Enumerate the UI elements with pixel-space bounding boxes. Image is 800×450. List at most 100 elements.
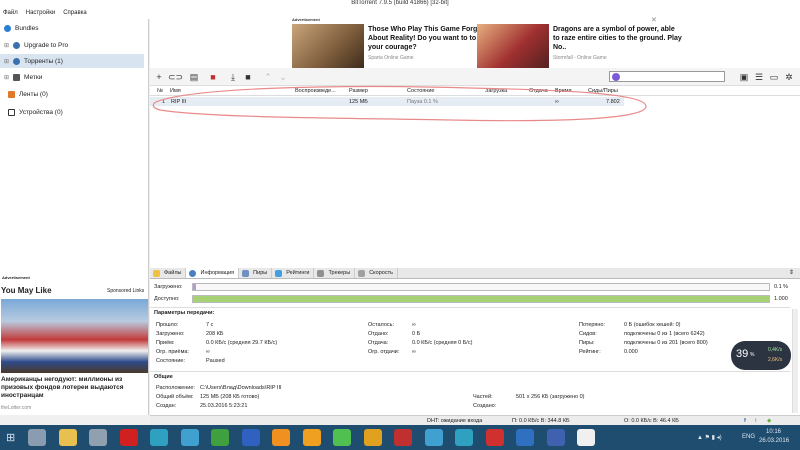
- kv-key: Пиры:: [579, 340, 595, 346]
- sidebar-item-feeds[interactable]: Ленты (0): [8, 87, 152, 101]
- ad-title-2[interactable]: Dragons are a symbol of power, able to r…: [553, 25, 683, 52]
- remote-icon[interactable]: ▭: [768, 71, 780, 83]
- android-icon[interactable]: ◆: [767, 418, 771, 424]
- device-icon: [8, 108, 15, 116]
- taskbar-app-icon[interactable]: [272, 429, 290, 446]
- ad-photo[interactable]: [1, 299, 148, 373]
- sidebar-item-labels[interactable]: ⊞ Метки: [4, 70, 148, 84]
- taskbar: ⊞ ▲ ⚑ ▮ ◂) ENG 10:16 26.03.2016: [0, 425, 800, 450]
- tab-label: Информация: [200, 270, 235, 276]
- kv-key: Частей:: [473, 394, 493, 400]
- taskbar-app-icon[interactable]: [516, 429, 534, 446]
- tray-arrows-icon[interactable]: ▲ ⚑ ▮ ◂): [697, 434, 722, 441]
- taskbar-app-icon[interactable]: [394, 429, 412, 446]
- sponsored-label[interactable]: Sponsored Links: [107, 288, 144, 294]
- kv-value: ∞: [412, 349, 416, 355]
- sidebar-item-bundles[interactable]: Bundles: [4, 21, 148, 35]
- kv-key: Расположение:: [156, 385, 195, 391]
- sidebar: Bundles ⊞ Upgrade to Pro ⊞ Торренты (1) …: [0, 19, 149, 269]
- taskbar-app-icon[interactable]: [424, 429, 443, 446]
- tab-info[interactable]: Информация: [186, 268, 240, 278]
- bundles-icon: [4, 24, 11, 32]
- kv-value: ∞: [206, 349, 210, 355]
- tab-trackers[interactable]: Трекеры: [314, 268, 356, 278]
- taskbar-app-icon[interactable]: [485, 429, 504, 446]
- create-torrent-icon[interactable]: ▤: [188, 71, 200, 83]
- kv-key: Отдача:: [368, 340, 389, 346]
- sidebar-item-label: Устройства (0): [19, 108, 63, 116]
- add-torrent-icon[interactable]: +: [153, 71, 165, 83]
- taskbar-app-icon[interactable]: [150, 429, 168, 446]
- sidebar-item-upgrade[interactable]: ⊞ Upgrade to Pro: [4, 38, 148, 52]
- kv-key: Состояние:: [156, 358, 185, 364]
- scrollbar[interactable]: [792, 309, 798, 413]
- ad-image-sparta[interactable]: [292, 24, 364, 70]
- taskbar-app-icon[interactable]: [58, 429, 77, 446]
- taskbar-app-icon[interactable]: [333, 429, 351, 446]
- kv-key: Сидов:: [579, 331, 597, 337]
- tab-speed[interactable]: Скорость: [355, 268, 398, 278]
- taskbar-app-icon[interactable]: [28, 429, 46, 446]
- kv-key: Рейтинг:: [579, 349, 601, 355]
- network-speed-widget[interactable]: 39 % 0,4K/s 2,6K/s: [731, 341, 791, 370]
- move-up-icon[interactable]: ⌃: [262, 71, 274, 83]
- kv-key: Огр. отдачи:: [368, 349, 400, 355]
- ad-close-icon[interactable]: ✕: [651, 16, 657, 24]
- upload-status[interactable]: О: 0.0 КБ/с В: 46.4 КБ: [624, 418, 679, 424]
- info-icon: [189, 270, 197, 277]
- downloaded-value: 0.1 %: [774, 284, 789, 290]
- taskbar-app-icon[interactable]: [241, 429, 260, 446]
- taskbar-app-icon[interactable]: [211, 429, 229, 446]
- general-heading: Общие: [154, 374, 173, 380]
- download-icon[interactable]: ⤓: [227, 71, 239, 83]
- sidebar-item-torrents[interactable]: ⊞ Торренты (1): [0, 54, 144, 68]
- kv-value: 0.0 КБ/с (средняя 0 Б/с): [412, 340, 473, 346]
- start-icon[interactable]: ⊞: [6, 431, 15, 444]
- kv-value: ∞: [412, 322, 416, 328]
- language-indicator[interactable]: ENG: [742, 434, 755, 440]
- kv-key: Отдано:: [368, 331, 389, 337]
- net-up-value: 0,4K/s: [768, 347, 783, 353]
- collapse-icon[interactable]: ⇕: [789, 269, 794, 276]
- move-down-icon[interactable]: ⌄: [277, 71, 289, 83]
- add-link-icon[interactable]: ⊂⊃: [168, 71, 183, 83]
- download-status[interactable]: П: 0.0 КБ/с В: 344.8 КБ: [512, 418, 570, 424]
- menu-help[interactable]: Справка: [63, 10, 87, 16]
- clock-time[interactable]: 10:16: [766, 429, 781, 435]
- kv-value: 0 Б: [412, 331, 421, 337]
- created-value: 25.03.2016 5:23:21: [200, 403, 248, 409]
- tab-files[interactable]: Файлы: [150, 268, 187, 278]
- ad-headline[interactable]: Американцы негодуют: миллионы из призовы…: [1, 376, 146, 400]
- taskbar-app-icon[interactable]: [89, 429, 107, 446]
- search-input[interactable]: [609, 71, 725, 82]
- menu-file[interactable]: Файл: [3, 10, 18, 16]
- tab-ratings[interactable]: Рейтинги: [272, 268, 315, 278]
- clock-date[interactable]: 26.03.2016: [759, 438, 789, 444]
- taskbar-app-icon[interactable]: [455, 429, 473, 446]
- taskbar-app-icon[interactable]: [546, 429, 565, 446]
- detail-tabs: Файлы Информация Пиры Рейтинги Трекеры С…: [150, 268, 800, 279]
- expand-icon: ⊞: [4, 74, 10, 81]
- sidebar-item-devices[interactable]: Устройства (0): [8, 105, 152, 119]
- downloaded-label: Загружено:: [154, 284, 183, 290]
- dht-status: DHT: ожидание входа: [427, 418, 483, 424]
- twitter-icon[interactable]: t: [755, 418, 757, 424]
- settings-icon[interactable]: ✲: [783, 71, 795, 83]
- ad-image-dragon[interactable]: [477, 24, 549, 70]
- taskbar-app-icon[interactable]: [119, 429, 138, 446]
- kv-key: Осталось:: [368, 322, 395, 328]
- facebook-icon[interactable]: f: [744, 418, 746, 424]
- pieces-value: 501 x 256 КБ (загружено 0): [516, 394, 585, 400]
- tab-peers[interactable]: Пиры: [239, 268, 273, 278]
- label-tag-icon: [13, 73, 21, 81]
- taskbar-app-icon[interactable]: [577, 429, 595, 446]
- menu-settings[interactable]: Настройки: [26, 10, 55, 16]
- stop-icon[interactable]: ■: [242, 71, 254, 83]
- delete-icon[interactable]: ■: [207, 71, 219, 83]
- taskbar-app-icon[interactable]: [302, 429, 321, 446]
- taskbar-app-icon[interactable]: [363, 429, 382, 446]
- list-view-icon[interactable]: ☰: [753, 71, 765, 83]
- taskbar-app-icon[interactable]: [180, 429, 199, 446]
- search-provider-icon[interactable]: [612, 73, 620, 81]
- chat-icon[interactable]: ▣: [738, 71, 750, 83]
